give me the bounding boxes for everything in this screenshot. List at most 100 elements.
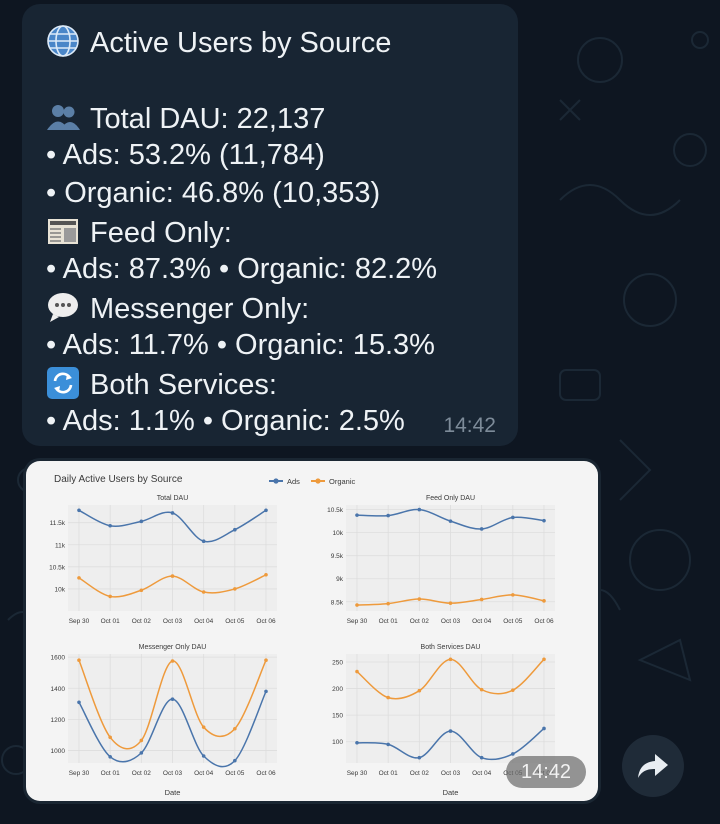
panel-1-ads-point: [108, 523, 112, 528]
panel-1-organic-point: [233, 587, 237, 591]
panel-4-xtick-label: Oct 02: [410, 770, 430, 777]
panel-2-ytick-label: 9k: [336, 576, 344, 583]
panel-1-organic-point: [139, 588, 144, 593]
legend-label-ads: Ads: [287, 477, 300, 486]
panel-2-ytick-label: 9.5k: [331, 553, 344, 560]
feed-heading-line: Feed Only:: [46, 214, 232, 250]
panel-4-ads-point: [542, 726, 546, 731]
panel-3-ads-point: [201, 754, 206, 758]
panel-1-ytick-label: 11k: [55, 542, 66, 549]
message-bubble[interactable]: Active Users by Source Total DAU: 22,137…: [22, 4, 518, 446]
panel-1-ads-point: [139, 519, 144, 524]
panel-3-ytick-label: 1600: [51, 655, 66, 662]
message-timestamp: 14:42: [443, 414, 496, 437]
panel-1-xtick-label: Oct 05: [225, 618, 245, 625]
panel-1-ads-point: [233, 527, 237, 532]
panel-3-xtick-label: Oct 03: [163, 770, 183, 777]
messenger-heading: Messenger Only:: [90, 293, 310, 325]
panel-3-organic-point: [201, 725, 206, 729]
panel-2-ads-point: [355, 513, 359, 517]
panel-2-ads-point: [448, 519, 453, 523]
panel-4-xtick-label: Oct 03: [441, 770, 461, 777]
xaxis-label-left: Date: [165, 788, 181, 797]
panel-3-title: Messenger Only DAU: [139, 644, 207, 651]
panel-1-organic-point: [170, 574, 175, 578]
panel-1-ytick-label: 10.5k: [49, 564, 66, 571]
panel-3-ads-point: [139, 751, 144, 755]
panel-3-xtick-label: Oct 05: [225, 770, 245, 777]
panel-3-organic-point: [170, 659, 175, 663]
panel-4-organic-point: [448, 657, 453, 662]
newspaper-icon: [46, 214, 80, 248]
panel-3-xtick-label: Oct 01: [101, 770, 121, 777]
panel-3-organic-point: [139, 738, 144, 743]
panel-2-ads-point: [417, 507, 422, 512]
total-dau-text: Total DAU: 22,137: [90, 103, 326, 135]
message-title: Active Users by Source: [90, 27, 392, 59]
panel-4-ytick-label: 250: [332, 659, 343, 666]
speech-bubble-icon: [46, 290, 80, 324]
messenger-line: • Ads: 11.7% • Organic: 15.3%: [46, 329, 435, 361]
panel-3-organic-point: [233, 726, 237, 731]
panel-1-organic-point: [264, 572, 268, 577]
chart-photo[interactable]: Daily Active Users by Source Ads Organic To…: [26, 461, 598, 801]
message-title-line: Active Users by Source: [46, 24, 391, 60]
panel-4-xtick-label: Oct 04: [472, 770, 492, 777]
panel-2-ytick-label: 10k: [333, 530, 344, 537]
panel-1-organic-point: [108, 594, 112, 599]
panel-2-organic-point: [417, 597, 422, 601]
panel-4-xtick-label: Oct 01: [379, 770, 399, 777]
panel-4-organic-point: [355, 669, 359, 674]
xaxis-label-right: Date: [443, 788, 459, 797]
panel-4-organic-point: [417, 688, 422, 693]
panel-4-ads-point: [479, 755, 484, 760]
panel-4-ads-point: [448, 729, 453, 733]
panel-2-ads-point: [479, 527, 484, 531]
panel-2-xtick-label: Oct 04: [472, 618, 492, 625]
panel-3-ads-point: [108, 754, 112, 759]
panel-3-ads-point: [170, 697, 175, 701]
panel-2-ads-point: [511, 515, 515, 520]
panel-2-organic-point: [542, 599, 546, 603]
ads-total-text: • Ads: 53.2% (11,784): [46, 139, 325, 171]
panel-4-ytick-label: 200: [332, 686, 343, 693]
panel-3-xtick-label: Oct 06: [256, 770, 276, 777]
panel-2-ytick-label: 10.5k: [327, 507, 344, 514]
legend-marker-ads: [273, 478, 279, 484]
panel-4-ads-point: [355, 740, 359, 745]
panel-3-ads-point: [77, 700, 81, 705]
feed-heading: Feed Only:: [90, 217, 232, 249]
panel-1-xtick-label: Oct 04: [194, 618, 214, 625]
panel-2-ytick-label: 8.5k: [331, 599, 344, 606]
panel-1-ytick-label: 10k: [55, 586, 66, 593]
panel-1-ytick-label: 11.5k: [50, 520, 66, 527]
panel-4-organic-point: [511, 688, 515, 692]
panel-1-ads-point: [264, 508, 268, 513]
panel-2-xtick-label: Oct 01: [379, 618, 399, 625]
users-icon: [46, 100, 80, 134]
share-arrow-icon: [638, 754, 668, 778]
panel-2-title: Feed Only DAU: [426, 495, 475, 502]
panel-3-xtick-label: Sep 30: [69, 770, 90, 777]
panel-2-ads-point: [386, 513, 390, 518]
panel-2-xtick-label: Oct 02: [410, 618, 430, 625]
panel-3-ytick-label: 1000: [51, 748, 66, 755]
panel-3-xtick-label: Oct 02: [132, 770, 152, 777]
panel-1-title: Total DAU: [157, 495, 189, 502]
panel-3-organic-point: [108, 735, 112, 740]
globe-icon: [46, 24, 80, 58]
panel-1-xtick-label: Oct 03: [163, 618, 183, 625]
panel-2-xtick-label: Oct 05: [503, 618, 523, 625]
panel-1-organic-point: [201, 590, 206, 594]
panel-3-organic-point: [264, 658, 268, 663]
panel-1-xtick-label: Oct 06: [256, 618, 276, 625]
panel-4-ads-point: [511, 752, 515, 756]
panel-4-title: Both Services DAU: [421, 644, 481, 651]
share-button[interactable]: [622, 735, 684, 797]
panel-4-organic-point: [386, 695, 390, 700]
panel-1-ads-point: [170, 511, 175, 515]
organic-total-text: • Organic: 46.8% (10,353): [46, 177, 381, 209]
panel-2-organic-point: [355, 603, 359, 607]
panel-1-xtick-label: Oct 02: [132, 618, 152, 625]
legend-label-organic: Organic: [329, 477, 356, 486]
